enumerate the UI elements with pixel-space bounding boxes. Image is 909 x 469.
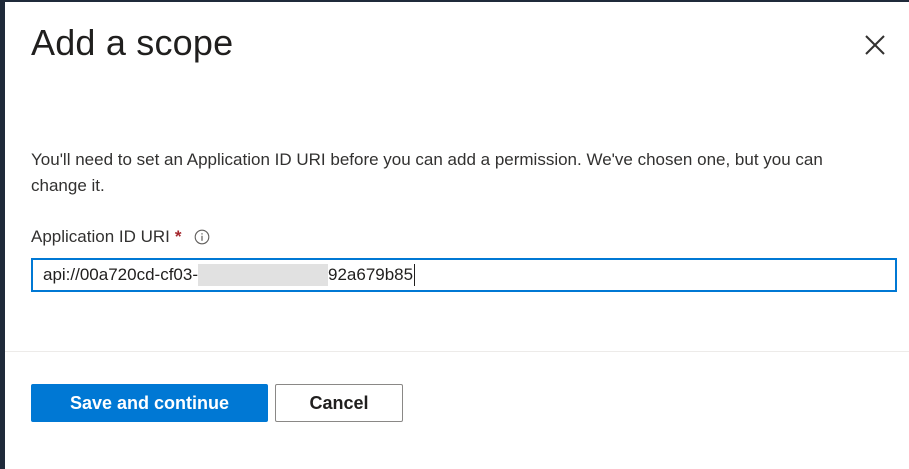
info-icon[interactable] — [194, 229, 210, 245]
application-id-uri-input[interactable]: api://00a720cd-cf03- 92a679b85 — [31, 258, 897, 292]
add-scope-panel: Add a scope You'll need to set an Applic… — [0, 0, 909, 469]
redacted-region — [198, 264, 328, 286]
footer-divider — [5, 351, 909, 352]
text-caret — [414, 264, 416, 286]
uri-value-suffix: 92a679b85 — [328, 265, 414, 284]
panel-top-border — [0, 0, 909, 2]
save-and-continue-button[interactable]: Save and continue — [31, 384, 268, 422]
panel-description: You'll need to set an Application ID URI… — [31, 150, 823, 195]
field-label-text: Application ID URI — [31, 227, 170, 246]
application-id-uri-label: Application ID URI * — [31, 227, 210, 247]
panel-title: Add a scope — [31, 22, 234, 63]
cancel-button[interactable]: Cancel — [275, 384, 403, 422]
required-marker: * — [174, 227, 182, 246]
uri-value-prefix: api://00a720cd-cf03- — [43, 265, 198, 284]
panel-left-border — [0, 0, 5, 469]
close-icon[interactable] — [862, 32, 888, 58]
